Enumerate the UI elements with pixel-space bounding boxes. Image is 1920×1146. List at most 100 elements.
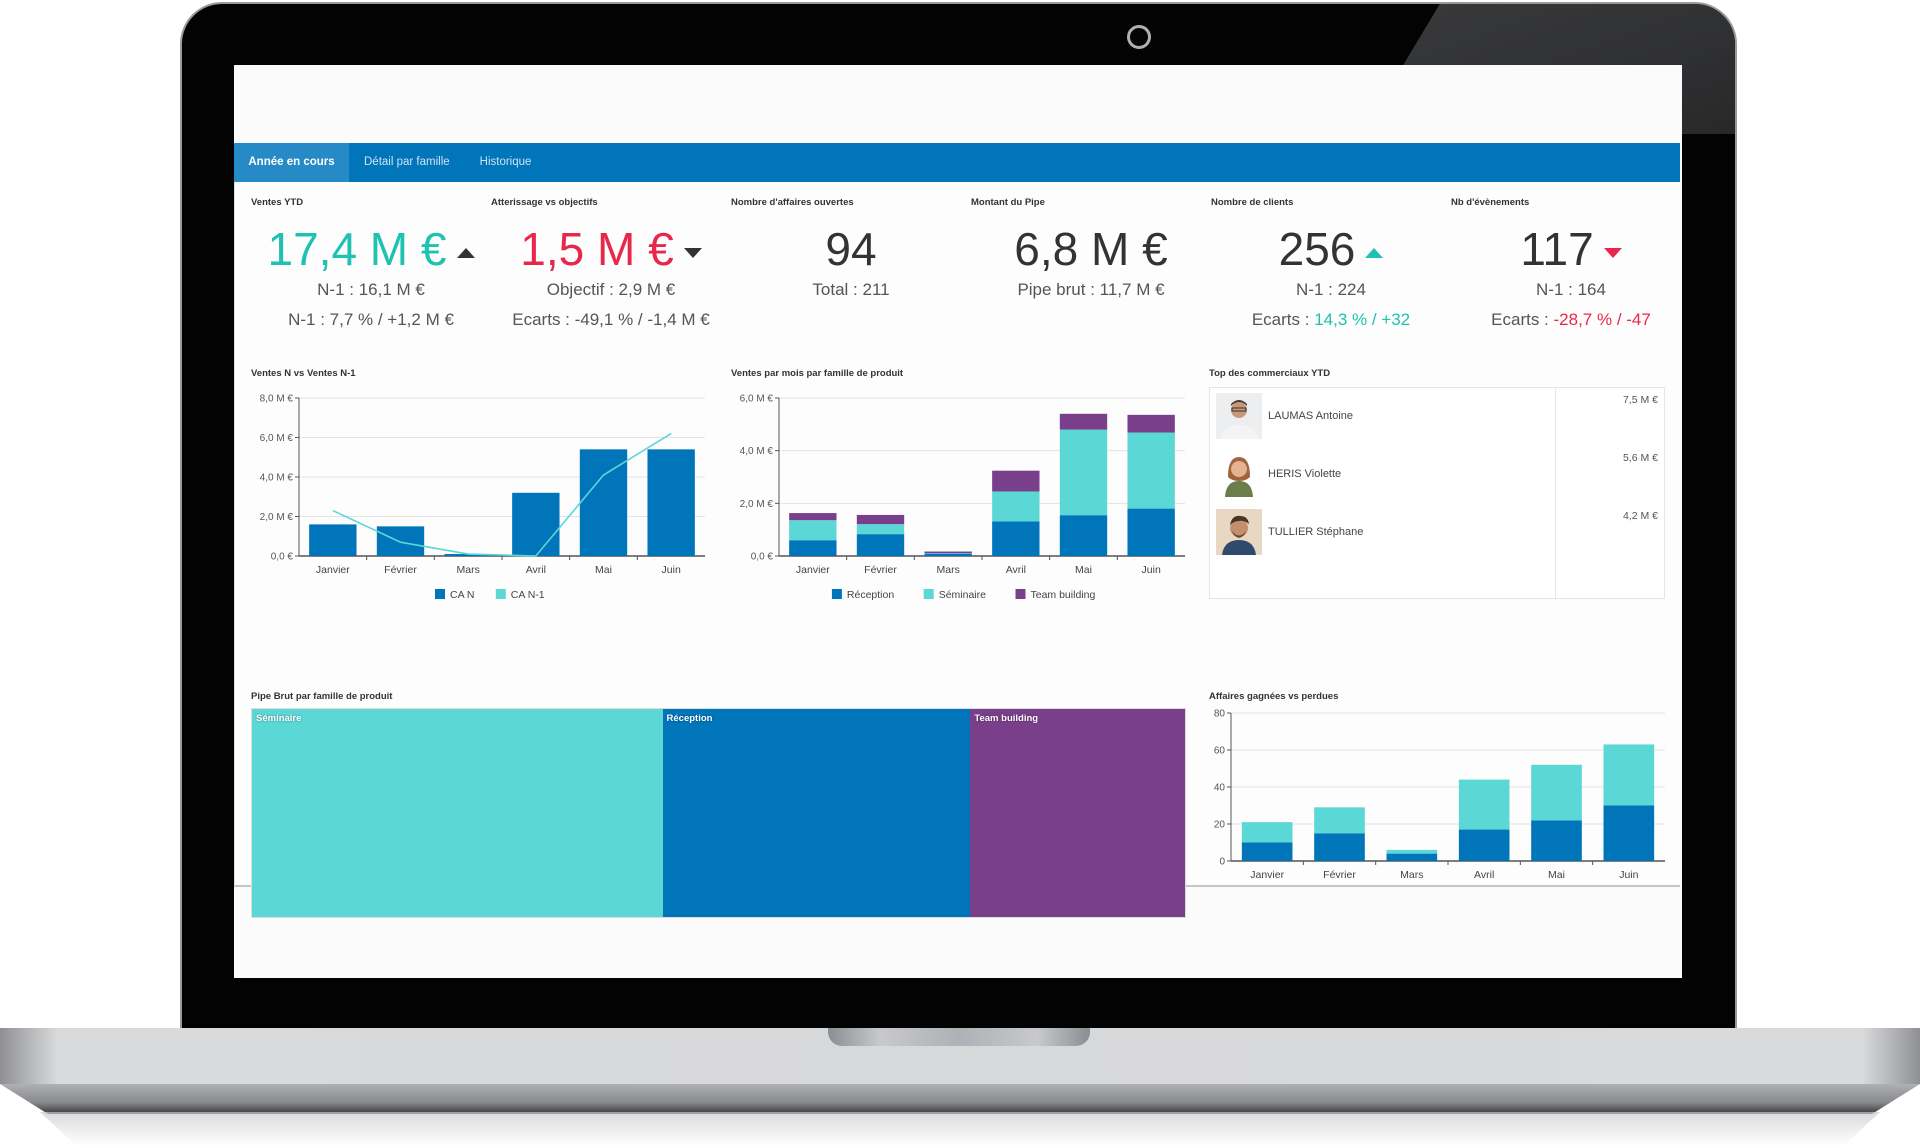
kpi-label: Nb d'évènements [1451, 197, 1530, 208]
kpi-value: 256 [1211, 222, 1451, 276]
kpi-nombre-clients: Nombre de clients 256 N-1 : 224 Ecarts :… [1211, 182, 1451, 342]
top-seller-row[interactable]: TULLIER Stéphane [1210, 504, 1555, 562]
x-tick-label: Avril [1474, 869, 1494, 881]
bar-perdues [1386, 849, 1438, 854]
kpi-value-text: 6,8 M € [1014, 223, 1168, 275]
bar-perdues [1603, 744, 1655, 806]
legend-label: CA N-1 [511, 589, 545, 601]
kpi-value: 6,8 M € [971, 222, 1211, 276]
bar-gagn-es [1458, 829, 1510, 861]
bar-perdues [1314, 807, 1365, 834]
bar-r-ception [924, 553, 972, 556]
ecarts-value: 14,3 % / +32 [1314, 310, 1411, 329]
x-tick-label: Février [384, 564, 417, 576]
x-tick-label: Mars [456, 564, 479, 576]
kpi-label: Nombre de clients [1211, 197, 1294, 208]
bar-r-ception [1127, 508, 1175, 556]
y-tick-label: 6,0 M € [740, 394, 774, 405]
y-tick-label: 2,0 M € [740, 499, 774, 510]
kpi-value: 1,5 M € [491, 222, 731, 276]
treemap-cell-team-building[interactable]: Team building [970, 709, 1185, 917]
seller-name: HERIS Violette [1268, 468, 1342, 480]
bar-ca-n [309, 524, 357, 556]
kpi-sub-line: Ecarts : -49,1 % / -1,4 M € [512, 310, 710, 329]
seller-name: LAUMAS Antoine [1268, 410, 1353, 422]
top-sellers-title: Top des commerciaux YTD [1209, 368, 1331, 379]
dashboard-panel: Ventes YTD 17,4 M € N-1 : 16,1 M € N-1 :… [234, 182, 1682, 918]
x-tick-label: Mai [1548, 869, 1565, 881]
bar-team-building [924, 551, 972, 554]
treemap-label: Team building [974, 713, 1039, 724]
legend-swatch [923, 589, 934, 599]
x-tick-label: Janvier [796, 564, 830, 576]
chart-affaires-gagnees-perdues: 0 20 40 60 80 Janvier Février Mars Avril Mai Juin [1214, 709, 1665, 881]
y-tick-label: 4,0 M € [260, 473, 294, 484]
trend-down-icon [683, 247, 702, 258]
bar-ca-n [376, 526, 425, 556]
person-avatar-icon [1216, 509, 1262, 555]
person-avatar-icon [1216, 451, 1262, 497]
tab-annee-en-cours[interactable]: Année en cours [234, 143, 349, 182]
avatar [1216, 393, 1262, 439]
seller-value: 5,6 M € [1622, 452, 1658, 464]
bar-perdues [1241, 822, 1293, 843]
bar-ca-n [512, 492, 560, 556]
base-bottom [0, 1084, 1920, 1114]
x-tick-label: Juin [662, 564, 681, 576]
kpi-sub-line: Ecarts : -28,7 % / -47 [1451, 310, 1682, 330]
seller-name: TULLIER Stéphane [1268, 526, 1364, 538]
chart-ventes-par-famille: 0,0 € 2,0 M € 4,0 M € 6,0 M € Janvier Février… [740, 394, 1185, 601]
kpi-sub-line: N-1 : 224 [1296, 280, 1366, 299]
base-reflection [40, 1112, 1880, 1146]
bar-team-building [992, 470, 1040, 492]
legend-swatch [831, 589, 842, 599]
top-seller-row[interactable]: LAUMAS Antoine [1210, 388, 1555, 446]
chart-ventes-n-vs-n1: 0,0 € 2,0 M € 4,0 M € 6,0 M € 8,0 M € Janvier… [260, 394, 705, 601]
kpi-value-text: 117 [1520, 223, 1594, 275]
kpi-value: 117 [1451, 222, 1682, 276]
y-tick-label: 0,0 € [271, 552, 294, 563]
treemap-cell-s-minaire[interactable]: Séminaire [252, 709, 663, 917]
y-tick-label: 80 [1214, 709, 1226, 720]
kpi-sub-line: Pipe brut : 11,7 M € [1017, 280, 1165, 299]
x-tick-label: Mai [1075, 564, 1092, 576]
seller-value: 7,5 M € [1622, 394, 1658, 406]
tab-historique[interactable]: Historique [465, 143, 547, 182]
bar-s-minaire [924, 553, 972, 554]
top-sellers-table: LAUMAS Antoine 7,5 M € HERIS Violette 5,… [1209, 387, 1665, 600]
treemap-label: Séminaire [256, 713, 302, 724]
kpi-value-text: 256 [1278, 223, 1356, 275]
avatar [1216, 451, 1262, 497]
x-tick-label: Juin [1619, 869, 1638, 881]
bar-team-building [1059, 413, 1108, 430]
ecarts-value: -28,7 % / -47 [1553, 310, 1651, 329]
kpi-value: 17,4 M € [251, 222, 491, 276]
kpi-montant-pipe: Montant du Pipe 6,8 M € Pipe brut : 11,7… [971, 182, 1211, 342]
y-tick-label: 60 [1214, 746, 1226, 757]
trend-down-icon [1603, 247, 1622, 258]
treemap-label: Réception [666, 713, 713, 724]
chart-title: Pipe Brut par famille de produit [251, 691, 393, 702]
kpi-label: Montant du Pipe [971, 197, 1045, 208]
legend-label: Séminaire [939, 589, 986, 601]
x-tick-label: Mars [1400, 869, 1423, 881]
bar-s-minaire [856, 524, 905, 535]
bar-gagn-es [1386, 853, 1438, 861]
kpi-sub-line: Total : 211 [812, 280, 890, 299]
tab-detail-par-famille[interactable]: Détail par famille [349, 143, 465, 182]
ecarts-label: Ecarts : [1251, 310, 1315, 329]
y-tick-label: 0 [1219, 857, 1225, 868]
kpi-value: 94 [731, 222, 971, 276]
treemap-cell-r-ception[interactable]: Réception [662, 709, 971, 917]
x-tick-label: Février [864, 564, 897, 576]
legend-swatch [1015, 589, 1026, 599]
top-seller-row[interactable]: HERIS Violette [1210, 446, 1555, 504]
laptop-hinge [828, 1028, 1090, 1046]
person-avatar-icon [1216, 393, 1262, 439]
y-tick-label: 4,0 M € [740, 446, 774, 457]
kpi-ventes-ytd: Ventes YTD 17,4 M € N-1 : 16,1 M € N-1 :… [251, 182, 491, 342]
legend-label: Team building [1031, 589, 1096, 601]
bar-team-building [856, 514, 905, 525]
tab-bar: Année en cours Détail par famille Histor… [234, 143, 1680, 182]
kpi-sub-line: N-1 : 7,7 % / +1,2 M € [288, 310, 454, 329]
